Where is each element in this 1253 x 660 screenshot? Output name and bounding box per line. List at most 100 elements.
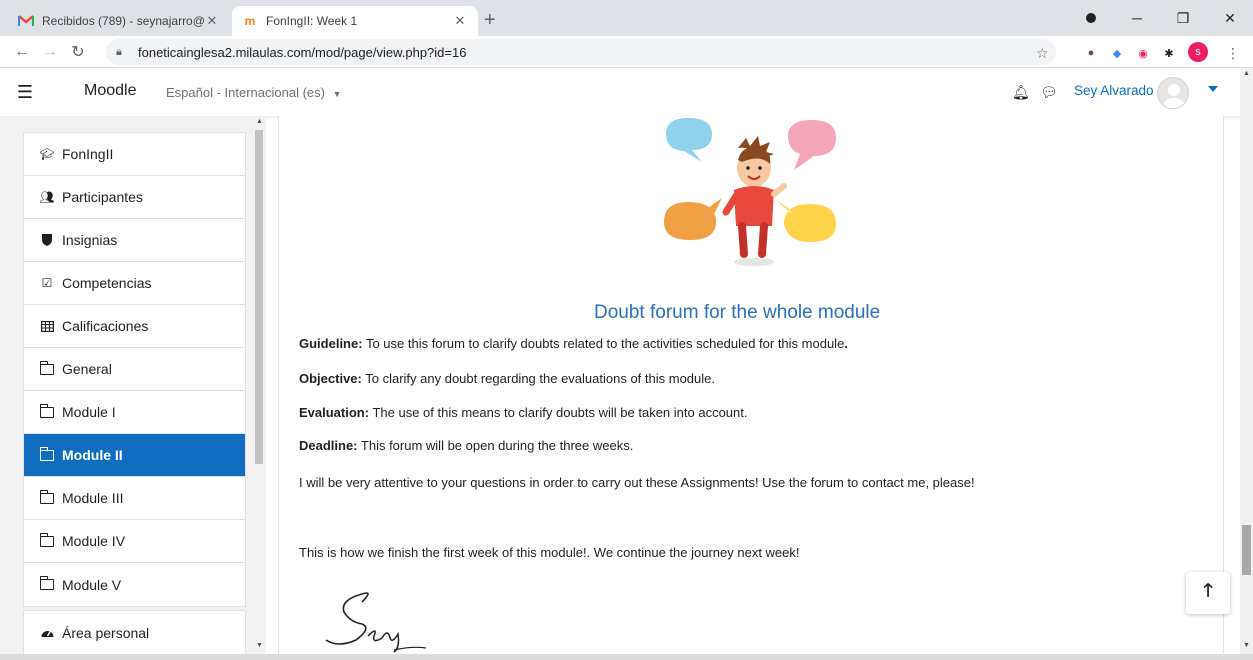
reload-icon[interactable]: ↻ — [64, 42, 92, 62]
sidebar-item-badges[interactable]: Insignias — [24, 219, 245, 262]
new-tab-icon[interactable]: + — [484, 10, 496, 30]
chevron-down-icon: ▼ — [332, 89, 342, 99]
language-selector[interactable]: Español - Internacional (es) ▼ — [166, 85, 342, 100]
horizontal-scrollbar[interactable] — [0, 654, 1253, 660]
restore-icon[interactable]: ❐ — [1160, 0, 1206, 36]
evaluation-text: The use of this means to clarify doubts … — [369, 405, 748, 420]
profile-avatar[interactable]: s — [1188, 42, 1208, 62]
extensions-puzzle-icon[interactable]: ✱ — [1160, 44, 1178, 62]
page-scrollbar[interactable]: ▲ ▼ — [1240, 68, 1253, 654]
attentive-paragraph: I will be very attentive to your questio… — [299, 475, 975, 490]
guideline-text: To use this forum to clarify doubts rela… — [362, 336, 845, 351]
sidebar-item-label: Module III — [62, 490, 124, 506]
objective-label: Objective: — [299, 371, 362, 386]
tab-moodle[interactable]: m FonIngII: Week 1 ✕ — [232, 6, 478, 36]
url-text: foneticainglesa2.milaulas.com/mod/page/v… — [138, 44, 467, 60]
guideline-paragraph: Guideline: To use this forum to clarify … — [299, 336, 848, 351]
personal-nav-list: Área personal — [23, 610, 246, 654]
guideline-label: Guideline: — [299, 336, 363, 351]
moodle-icon: m — [244, 14, 256, 28]
scroll-up-icon[interactable]: ▲ — [1243, 70, 1250, 77]
folder-icon — [39, 489, 54, 505]
objective-text: To clarify any doubt regarding the evalu… — [361, 371, 715, 386]
site-brand[interactable]: Moodle — [84, 82, 136, 100]
sidebar-item-label: Module II — [62, 447, 123, 463]
sidebar-item-module-1[interactable]: Module I — [24, 391, 245, 434]
sidebar-item-label: General — [62, 361, 112, 377]
sidebar-item-label: Participantes — [62, 189, 143, 205]
user-name[interactable]: Sey Alvarado — [1074, 83, 1154, 98]
folder-icon — [39, 360, 54, 376]
extension-badge-icon[interactable]: ◆ — [1108, 44, 1126, 62]
sidebar-item-label: Module I — [62, 404, 116, 420]
tab-title: FonIngII: Week 1 — [266, 14, 358, 28]
hamburger-menu-icon[interactable]: ☰ — [14, 81, 36, 103]
moodle-navbar: ☰ Moodle Español - Internacional (es) ▼ … — [0, 68, 1240, 116]
sidebar-item-module-3[interactable]: Module III — [24, 477, 245, 520]
lock-icon: 🔒︎ — [116, 45, 122, 58]
gmail-icon — [18, 13, 34, 29]
scroll-down-icon[interactable]: ▼ — [256, 642, 263, 649]
tab-title: Recibidos (789) - seynajarro@gm — [42, 14, 204, 28]
scroll-down-icon[interactable]: ▼ — [1243, 642, 1250, 649]
close-tab-icon[interactable]: ✕ — [452, 13, 468, 29]
drawer-scrollbar[interactable]: ▲ ▼ — [253, 116, 266, 654]
drawer-scrollbar-thumb[interactable] — [255, 130, 263, 464]
browser-tab-strip: Recibidos (789) - seynajarro@gm ✕ m FonI… — [0, 0, 1253, 36]
address-bar[interactable]: 🔒︎ foneticainglesa2.milaulas.com/mod/pag… — [106, 39, 1056, 65]
browser-menu-icon[interactable]: ⋮ — [1224, 44, 1242, 62]
sidebar-item-label: Calificaciones — [62, 318, 149, 334]
sidebar-item-label: FonIngII — [62, 146, 114, 162]
close-window-icon[interactable]: ✕ — [1207, 0, 1253, 36]
tab-gmail[interactable]: Recibidos (789) - seynajarro@gm ✕ — [8, 6, 230, 36]
sidebar-item-label: Module IV — [62, 533, 126, 549]
page-scrollbar-thumb[interactable] — [1242, 525, 1251, 575]
close-tab-icon[interactable]: ✕ — [204, 13, 220, 29]
forward-icon[interactable]: → — [36, 43, 64, 61]
speech-bubbles-illustration — [664, 118, 836, 266]
sidebar-item-competencies[interactable]: ☑ Competencias — [24, 262, 245, 305]
sidebar-item-module-5[interactable]: Module V — [24, 563, 245, 606]
folder-icon — [39, 576, 54, 592]
checkbox-icon: ☑ — [41, 276, 53, 290]
sidebar-item-module-2[interactable]: Module II — [24, 434, 245, 477]
sidebar-item-general[interactable]: General — [24, 348, 245, 391]
sidebar-item-module-4[interactable]: Module IV — [24, 520, 245, 563]
sidebar-item-label: Competencias — [62, 275, 152, 291]
sidebar-item-course[interactable]: 🎓︎ FonIngII — [24, 133, 245, 176]
graduation-cap-icon: 🎓︎ — [39, 147, 55, 161]
shield-icon — [40, 233, 54, 247]
sidebar-item-label: Module V — [62, 576, 122, 593]
user-menu-caret-icon[interactable] — [1208, 86, 1218, 92]
users-icon: 👥︎ — [39, 190, 55, 204]
chat-bubble-icon[interactable]: 💬︎ — [1040, 84, 1058, 101]
deadline-label: Deadline: — [299, 438, 358, 453]
sidebar-item-participants[interactable]: 👥︎ Participantes — [24, 176, 245, 219]
bookmark-star-icon[interactable]: ☆ — [1036, 45, 1049, 62]
evaluation-paragraph: Evaluation: The use of this means to cla… — [299, 405, 748, 420]
minimize-icon[interactable]: ─ — [1114, 0, 1160, 36]
folder-icon — [39, 532, 54, 548]
folder-icon — [39, 446, 54, 462]
guideline-end: . — [844, 336, 848, 351]
bell-icon[interactable]: 🔔︎ — [1012, 84, 1030, 101]
folder-icon — [39, 403, 54, 419]
sidebar-item-grades[interactable]: Calificaciones — [24, 305, 245, 348]
language-label: Español - Internacional (es) — [166, 85, 325, 100]
deadline-paragraph: Deadline: This forum will be open during… — [299, 438, 633, 453]
user-avatar[interactable] — [1157, 77, 1189, 109]
nav-drawer: 🎓︎ FonIngII 👥︎ Participantes Insignias ☑… — [0, 116, 266, 654]
objective-paragraph: Objective: To clarify any doubt regardin… — [299, 371, 715, 386]
sidebar-item-dashboard[interactable]: Área personal — [24, 611, 245, 654]
extension-circle-icon[interactable]: ◉ — [1134, 44, 1152, 62]
table-icon — [40, 319, 54, 333]
back-to-top-button[interactable]: 🡑 — [1186, 572, 1230, 614]
forum-title: Doubt forum for the whole module — [594, 302, 881, 323]
scroll-up-icon[interactable]: ▲ — [256, 118, 263, 125]
back-icon[interactable]: ← — [8, 43, 36, 61]
arrow-up-icon: 🡑 — [1203, 580, 1213, 600]
extension-owl-icon[interactable]: ● — [1082, 44, 1100, 62]
handwritten-signature — [325, 592, 427, 653]
browser-toolbar: ← → ↻ 🔒︎ foneticainglesa2.milaulas.com/m… — [0, 36, 1253, 68]
profile-circle-icon[interactable] — [1068, 0, 1114, 36]
